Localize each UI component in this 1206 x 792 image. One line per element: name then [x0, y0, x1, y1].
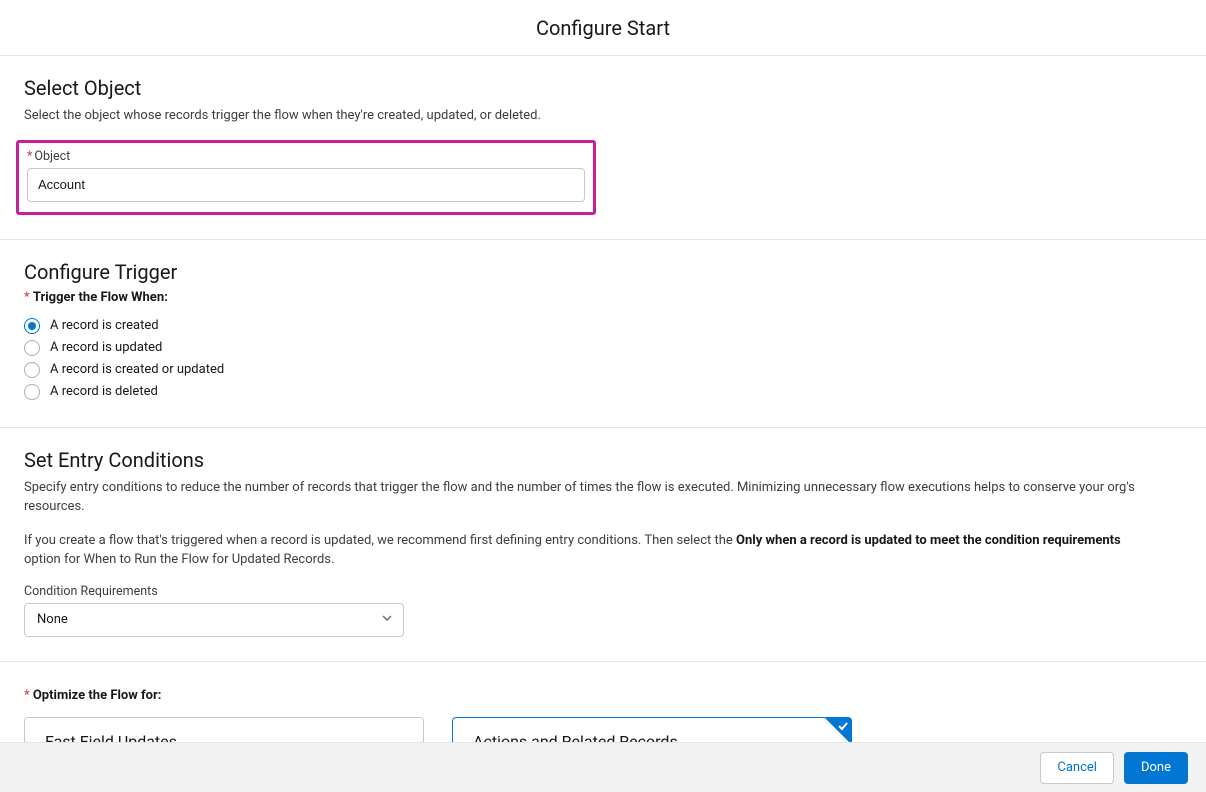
- trigger-radio-created-or-updated[interactable]: A record is created or updated: [24, 359, 1182, 381]
- condition-requirements-label: Condition Requirements: [24, 584, 1182, 599]
- optimize-label: Optimize the Flow for:: [24, 688, 1182, 703]
- radio-label: A record is created: [50, 318, 159, 333]
- note-bold: Only when a record is updated to meet th…: [736, 533, 1121, 548]
- optimize-card-row: Fast Field Updates Update fields on the …: [24, 717, 1182, 743]
- condition-requirements-select[interactable]: None: [24, 603, 404, 637]
- radio-label: A record is created or updated: [50, 362, 224, 377]
- section-entry-conditions: Set Entry Conditions Specify entry condi…: [0, 428, 1206, 662]
- object-field-label: Object: [27, 149, 585, 164]
- note-prefix: If you create a flow that's triggered wh…: [24, 533, 736, 548]
- modal-header: Configure Start: [0, 0, 1206, 56]
- chevron-down-icon: [381, 612, 393, 628]
- check-icon: [837, 720, 849, 732]
- object-highlight-box: Object: [16, 140, 596, 215]
- entry-conditions-title: Set Entry Conditions: [24, 448, 1182, 472]
- entry-conditions-description: Specify entry conditions to reduce the n…: [24, 478, 1144, 517]
- trigger-radio-deleted[interactable]: A record is deleted: [24, 381, 1182, 403]
- radio-label: A record is deleted: [50, 384, 158, 399]
- configure-trigger-title: Configure Trigger: [24, 260, 1182, 284]
- modal-body-scroll[interactable]: Select Object Select the object whose re…: [0, 56, 1206, 742]
- select-object-title: Select Object: [24, 76, 1182, 100]
- radio-icon: [24, 340, 40, 356]
- section-select-object: Select Object Select the object whose re…: [0, 56, 1206, 240]
- radio-label: A record is updated: [50, 340, 162, 355]
- card-title: Fast Field Updates: [45, 732, 403, 743]
- radio-icon: [24, 318, 40, 334]
- page-title: Configure Start: [536, 16, 670, 40]
- select-object-description: Select the object whose records trigger …: [24, 106, 1144, 126]
- optimize-card-actions-related-records[interactable]: Actions and Related Records Update any r…: [452, 717, 852, 743]
- radio-icon: [24, 362, 40, 378]
- object-input[interactable]: [27, 168, 585, 202]
- trigger-when-label: Trigger the Flow When:: [24, 290, 1182, 305]
- select-value: None: [37, 612, 68, 627]
- selected-corner: [825, 718, 851, 743]
- cancel-button[interactable]: Cancel: [1040, 752, 1114, 784]
- section-configure-trigger: Configure Trigger Trigger the Flow When:…: [0, 240, 1206, 428]
- modal-footer: Cancel Done: [0, 742, 1206, 792]
- done-button[interactable]: Done: [1124, 752, 1188, 784]
- trigger-radio-group: A record is created A record is updated …: [24, 315, 1182, 403]
- card-title: Actions and Related Records: [473, 732, 831, 743]
- trigger-radio-updated[interactable]: A record is updated: [24, 337, 1182, 359]
- section-optimize: Optimize the Flow for: Fast Field Update…: [0, 662, 1206, 743]
- trigger-radio-created[interactable]: A record is created: [24, 315, 1182, 337]
- note-suffix: option for When to Run the Flow for Upda…: [24, 552, 334, 567]
- radio-icon: [24, 384, 40, 400]
- entry-conditions-note: If you create a flow that's triggered wh…: [24, 531, 1144, 570]
- optimize-card-fast-field-updates[interactable]: Fast Field Updates Update fields on the …: [24, 717, 424, 743]
